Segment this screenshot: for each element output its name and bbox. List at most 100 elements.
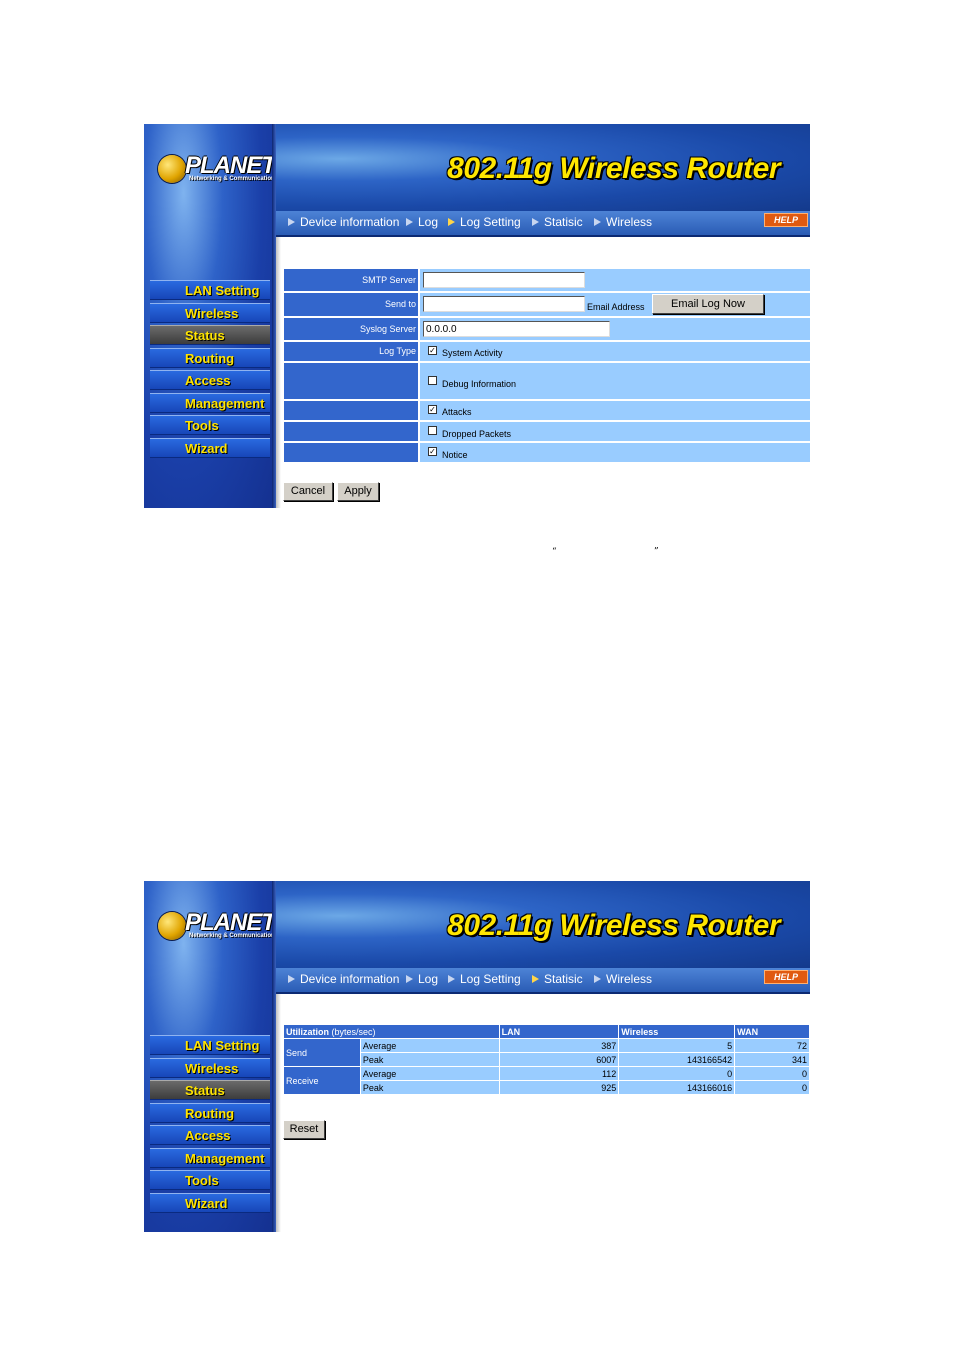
menu-item-status[interactable]: Status — [150, 1080, 270, 1100]
send-to-label: Send to — [284, 293, 420, 316]
debug-information-checkbox[interactable] — [428, 376, 437, 385]
menu-item-wizard[interactable]: Wizard — [150, 1192, 270, 1213]
product-title: 802.11g Wireless Router — [447, 152, 780, 185]
product-title: 802.11g Wireless Router — [447, 909, 780, 942]
nav-statisic[interactable]: Statisic — [532, 971, 583, 987]
nav-wireless[interactable]: Wireless — [594, 971, 652, 987]
nav-log[interactable]: Log — [406, 971, 438, 987]
nav-wireless[interactable]: Wireless — [594, 214, 652, 230]
nav-label: Log — [418, 215, 439, 229]
main-menu: LAN Setting Wireless Status Routing Acce… — [150, 1035, 270, 1215]
main-menu: LAN Setting Wireless Status Routing Acce… — [150, 280, 270, 460]
statistic-table: Utilization (bytes/sec) LAN Wireless WAN… — [283, 1024, 810, 1095]
email-address-label: Email Address — [587, 302, 645, 312]
banner: 802.11g Wireless Router — [276, 881, 810, 968]
menu-item-status[interactable]: Status — [150, 325, 270, 345]
log-type-row: Log Type ✓ System Activity — [284, 342, 810, 361]
planet-logo: PLANET Networking & Communication — [158, 152, 276, 186]
menu-item-wireless[interactable]: Wireless — [150, 1057, 270, 1078]
menu-item-lan-setting[interactable]: LAN Setting — [150, 280, 270, 300]
smtp-server-input[interactable] — [423, 272, 585, 288]
send-average-wan: 72 — [734, 1038, 810, 1053]
menu-item-access[interactable]: Access — [150, 1125, 270, 1145]
logo-tagline: Networking & Communication — [189, 933, 275, 939]
arrow-icon — [532, 218, 539, 226]
arrow-icon — [594, 218, 601, 226]
apply-button[interactable]: Apply — [337, 482, 379, 501]
system-activity-checkbox[interactable]: ✓ — [428, 346, 437, 355]
attacks-label: Attacks — [442, 407, 472, 417]
lan-header: LAN — [498, 1024, 620, 1039]
send-to-input[interactable] — [423, 296, 585, 312]
average-label: Average — [359, 1066, 500, 1081]
help-button[interactable]: HELP — [764, 213, 808, 227]
attacks-checkbox[interactable]: ✓ — [428, 405, 437, 414]
peak-label: Peak — [359, 1080, 500, 1095]
help-button[interactable]: HELP — [764, 970, 808, 984]
syslog-row: Syslog Server — [284, 318, 810, 340]
logo-tagline: Networking & Communication — [189, 176, 275, 182]
log-setting-form: SMTP Server Send to Email Address Email … — [284, 269, 810, 464]
nav-label: Statisic — [544, 215, 583, 229]
nav-label: Wireless — [606, 972, 653, 986]
menu-item-wireless[interactable]: Wireless — [150, 302, 270, 323]
send-label: Send — [283, 1038, 361, 1067]
receive-peak-lan: 925 — [498, 1080, 620, 1095]
menu-item-routing[interactable]: Routing — [150, 1102, 270, 1123]
utilization-label: Utilization — [286, 1026, 329, 1037]
notice-row: ✓ Notice — [284, 443, 810, 462]
nav-label: Statisic — [544, 972, 583, 986]
menu-item-routing[interactable]: Routing — [150, 347, 270, 368]
menu-item-wizard[interactable]: Wizard — [150, 437, 270, 458]
nav-log-setting[interactable]: Log Setting — [448, 971, 521, 987]
attacks-row: ✓ Attacks — [284, 401, 810, 420]
nav-device-information[interactable]: Device information — [288, 971, 399, 987]
average-label: Average — [359, 1038, 500, 1053]
log-setting-screenshot: PLANET Networking & Communication LAN Se… — [144, 124, 810, 508]
syslog-server-input[interactable] — [423, 321, 610, 337]
arrow-icon — [448, 975, 455, 983]
menu-item-lan-setting[interactable]: LAN Setting — [150, 1035, 270, 1055]
send-peak-lan: 6007 — [498, 1052, 620, 1067]
notice-checkbox[interactable]: ✓ — [428, 447, 437, 456]
send-average-wireless: 5 — [618, 1038, 736, 1053]
nav-label: Log — [418, 972, 439, 986]
arrow-icon — [594, 975, 601, 983]
wan-header: WAN — [734, 1024, 810, 1039]
nav-statisic[interactable]: Statisic — [532, 214, 583, 230]
menu-item-access[interactable]: Access — [150, 370, 270, 390]
table-row: Peak 6007 143166542 341 — [284, 1052, 810, 1067]
dropped-packets-checkbox[interactable] — [428, 426, 437, 435]
email-log-now-button[interactable]: Email Log Now — [652, 294, 764, 314]
nav-log-setting[interactable]: Log Setting — [448, 214, 521, 230]
planet-logo: PLANET Networking & Communication — [158, 909, 276, 943]
nav-label: Device information — [300, 215, 400, 229]
nav-label: Log Setting — [460, 972, 521, 986]
sidebar: PLANET Networking & Communication LAN Se… — [144, 881, 276, 1232]
menu-item-management[interactable]: Management — [150, 1147, 270, 1168]
nav-device-information[interactable]: Device information — [288, 214, 399, 230]
reset-button[interactable]: Reset — [283, 1120, 325, 1139]
table-row: Peak 925 143166016 0 — [284, 1080, 810, 1095]
globe-icon — [158, 155, 186, 183]
send-peak-wan: 341 — [734, 1052, 810, 1067]
system-activity-label: System Activity — [442, 348, 503, 358]
arrow-icon — [288, 975, 295, 983]
menu-item-tools[interactable]: Tools — [150, 415, 270, 435]
menu-item-management[interactable]: Management — [150, 392, 270, 413]
cancel-button[interactable]: Cancel — [283, 482, 333, 501]
log-type-spacer — [284, 363, 420, 399]
receive-average-lan: 112 — [498, 1066, 620, 1081]
table-row: Send Average 387 5 72 — [283, 1038, 810, 1067]
log-type-label: Log Type — [284, 342, 420, 361]
receive-average-wireless: 0 — [618, 1066, 736, 1081]
arrow-icon — [448, 218, 455, 226]
sidebar: PLANET Networking & Communication LAN Se… — [144, 124, 276, 508]
nav-log[interactable]: Log — [406, 214, 438, 230]
units-label: (bytes/sec) — [331, 1026, 376, 1037]
menu-item-tools[interactable]: Tools — [150, 1170, 270, 1190]
wireless-header: Wireless — [618, 1024, 736, 1039]
globe-icon — [158, 912, 186, 940]
arrow-icon — [288, 218, 295, 226]
nav-label: Log Setting — [460, 215, 521, 229]
